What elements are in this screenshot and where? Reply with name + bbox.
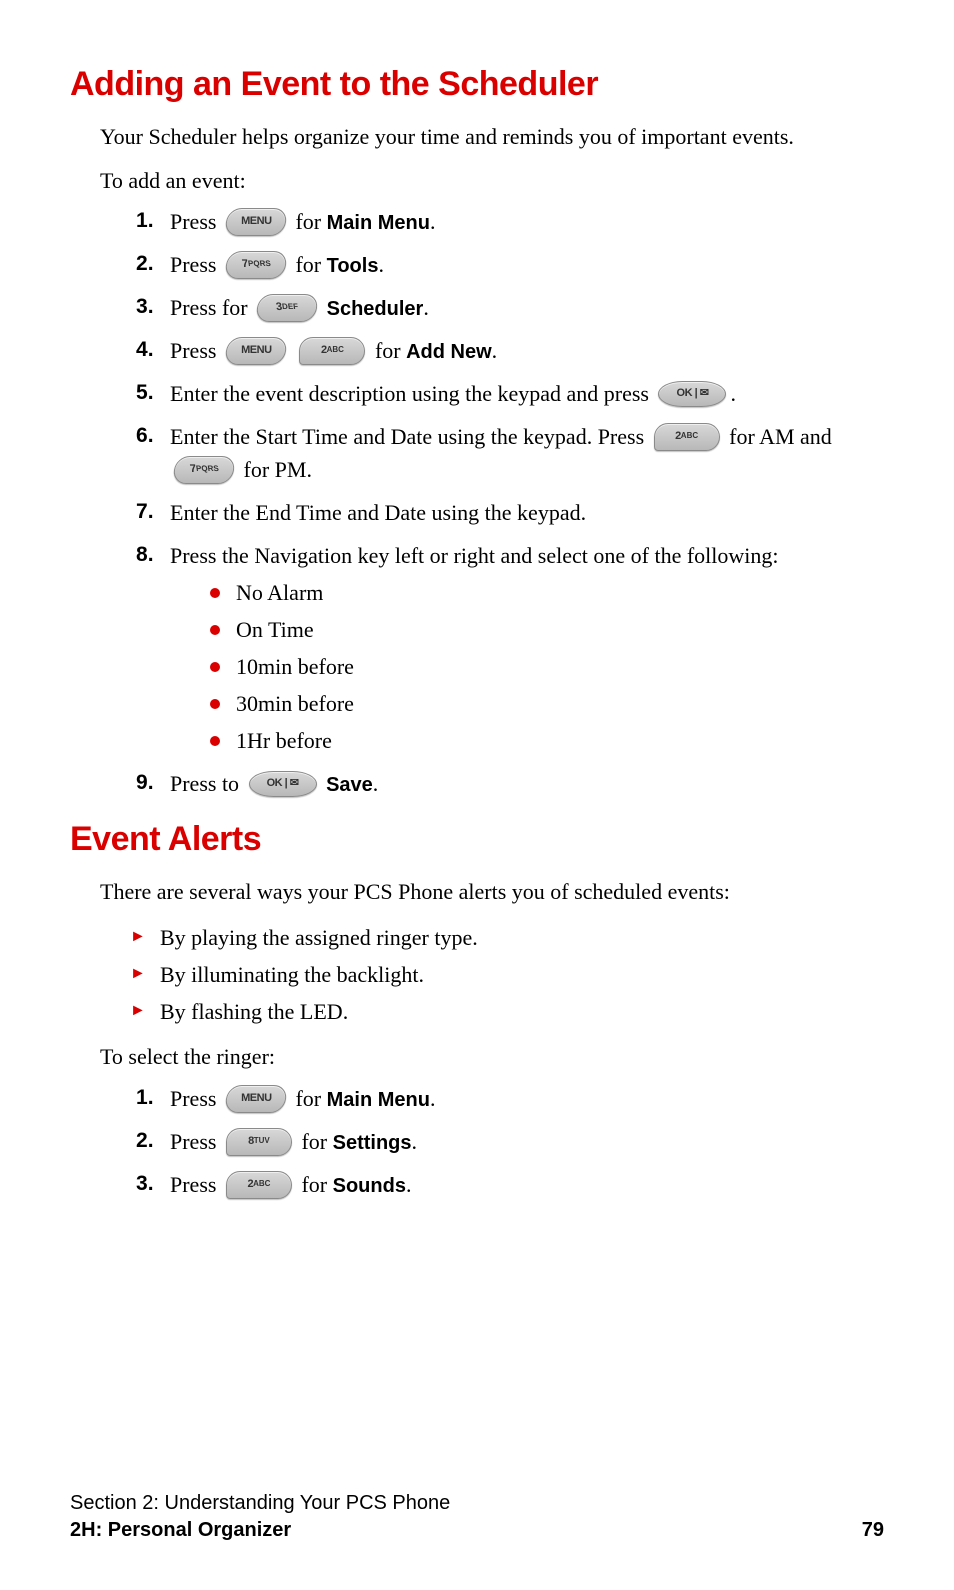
text: Press the Navigation key left or right a… bbox=[170, 543, 779, 568]
text: . bbox=[406, 1172, 412, 1197]
ringer-lead: To select the ringer: bbox=[70, 1042, 884, 1072]
alert-ringer: By playing the assigned ringer type. bbox=[130, 921, 884, 954]
step-1: Press MENU for Main Menu. bbox=[140, 205, 884, 238]
text: . bbox=[423, 295, 429, 320]
alarm-options-list: No Alarm On Time 10min before 30min befo… bbox=[170, 576, 884, 757]
text: Press bbox=[170, 209, 222, 234]
text: Enter the Start Time and Date using the … bbox=[170, 424, 650, 449]
step-8: Press the Navigation key left or right a… bbox=[140, 539, 884, 757]
option-30min: 30min before bbox=[210, 687, 884, 720]
text: Press for bbox=[170, 295, 253, 320]
alert-backlight: By illuminating the backlight. bbox=[130, 958, 884, 991]
lead-text: To add an event: bbox=[70, 166, 884, 196]
text: . bbox=[492, 338, 498, 363]
bold-label: Add New bbox=[406, 341, 492, 363]
bold-label: Scheduler bbox=[327, 298, 424, 320]
text: Press bbox=[170, 1172, 222, 1197]
text: . bbox=[430, 1086, 436, 1111]
footer-subsection: 2H: Personal Organizer bbox=[70, 1519, 291, 1542]
text: . bbox=[373, 771, 379, 796]
menu-key-icon: MENU bbox=[224, 208, 288, 236]
3-key-icon: 3DEF bbox=[255, 294, 319, 322]
option-1hr: 1Hr before bbox=[210, 724, 884, 757]
ringer-step-2: Press 8TUV for Settings. bbox=[140, 1125, 884, 1158]
bold-label: Tools bbox=[327, 255, 379, 277]
step-5: Enter the event description using the ke… bbox=[140, 377, 884, 410]
text: Enter the End Time and Date using the ke… bbox=[170, 500, 586, 525]
ringer-step-3: Press 2ABC for Sounds. bbox=[140, 1168, 884, 1201]
option-on-time: On Time bbox=[210, 613, 884, 646]
steps-list-2: Press MENU for Main Menu. Press 8TUV for… bbox=[70, 1082, 884, 1201]
text: for bbox=[375, 338, 406, 363]
text: Press bbox=[170, 1129, 222, 1154]
text: for bbox=[295, 209, 326, 234]
step-4: Press MENU 2ABC for Add New. bbox=[140, 334, 884, 367]
bold-label: Sounds bbox=[333, 1175, 406, 1197]
ok-key-icon: OK | ✉ bbox=[658, 381, 726, 407]
7-key-icon: 7PQRS bbox=[224, 251, 288, 279]
option-10min: 10min before bbox=[210, 650, 884, 683]
steps-list-1: Press MENU for Main Menu. Press 7PQRS fo… bbox=[70, 205, 884, 800]
menu-key-icon: MENU bbox=[224, 337, 288, 365]
alerts-list: By playing the assigned ringer type. By … bbox=[70, 921, 884, 1028]
2-key-icon: 2ABC bbox=[299, 337, 365, 365]
2-key-icon: 2ABC bbox=[654, 423, 720, 451]
step-6: Enter the Start Time and Date using the … bbox=[140, 420, 884, 486]
text: Press bbox=[170, 252, 222, 277]
intro-text: Your Scheduler helps organize your time … bbox=[70, 122, 884, 152]
8-key-icon: 8TUV bbox=[226, 1128, 292, 1156]
bold-label: Settings bbox=[333, 1132, 412, 1154]
step-7: Enter the End Time and Date using the ke… bbox=[140, 496, 884, 529]
text: for bbox=[301, 1172, 332, 1197]
step-3: Press for 3DEF Scheduler. bbox=[140, 291, 884, 324]
text: Enter the event description using the ke… bbox=[170, 381, 654, 406]
text: Press bbox=[170, 338, 222, 363]
page-number: 79 bbox=[862, 1519, 884, 1542]
option-no-alarm: No Alarm bbox=[210, 576, 884, 609]
text: . bbox=[730, 381, 736, 406]
2-key-icon: 2ABC bbox=[226, 1171, 292, 1199]
menu-key-icon: MENU bbox=[224, 1085, 288, 1113]
text: Press to bbox=[170, 771, 245, 796]
alerts-intro: There are several ways your PCS Phone al… bbox=[70, 877, 884, 907]
text: . bbox=[430, 209, 436, 234]
bold-label: Main Menu bbox=[327, 1089, 430, 1111]
text: Press bbox=[170, 1086, 222, 1111]
step-9: Press to OK | ✉ Save. bbox=[140, 767, 884, 800]
alert-led: By flashing the LED. bbox=[130, 995, 884, 1028]
text: for bbox=[301, 1129, 332, 1154]
7-key-icon: 7PQRS bbox=[172, 456, 236, 484]
step-2: Press 7PQRS for Tools. bbox=[140, 248, 884, 281]
text: . bbox=[412, 1129, 418, 1154]
page-footer: Section 2: Understanding Your PCS Phone … bbox=[70, 1492, 884, 1542]
text: . bbox=[378, 252, 384, 277]
footer-section: Section 2: Understanding Your PCS Phone bbox=[70, 1492, 884, 1515]
ringer-step-1: Press MENU for Main Menu. bbox=[140, 1082, 884, 1115]
text: for bbox=[295, 252, 326, 277]
heading-adding-event: Adding an Event to the Scheduler bbox=[70, 65, 884, 104]
text: for AM and bbox=[729, 424, 832, 449]
ok-key-icon: OK | ✉ bbox=[249, 771, 317, 797]
heading-event-alerts: Event Alerts bbox=[70, 820, 884, 859]
bold-label: Main Menu bbox=[327, 212, 430, 234]
text: for PM. bbox=[244, 457, 312, 482]
bold-label: Save bbox=[326, 774, 373, 796]
text: for bbox=[295, 1086, 326, 1111]
